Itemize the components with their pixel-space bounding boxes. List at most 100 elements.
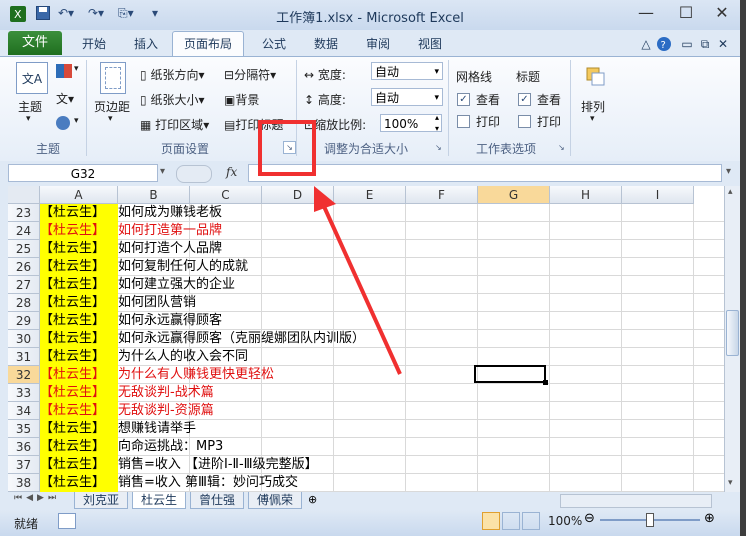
- active-cell[interactable]: [474, 365, 546, 383]
- themes-button[interactable]: 主题: [18, 98, 42, 115]
- sheet-tab-1[interactable]: 刘克亚: [74, 492, 128, 509]
- cell-a[interactable]: 【杜云生】: [40, 402, 118, 420]
- background-button[interactable]: ▣背景: [224, 91, 259, 108]
- cell-a[interactable]: 【杜云生】: [40, 474, 118, 492]
- theme-effects-icon[interactable]: [56, 116, 70, 130]
- column-header-c[interactable]: C: [190, 186, 262, 204]
- breaks-button[interactable]: ⊟分隔符▾: [224, 66, 276, 83]
- gridlines-view-checkbox[interactable]: ✓: [457, 93, 470, 106]
- cell-b[interactable]: 销售=收入 【进阶Ⅰ-Ⅱ-Ⅲ级完整版】: [118, 456, 318, 474]
- doc-minimize-icon[interactable]: ▭: [678, 34, 696, 54]
- row-header[interactable]: 32: [8, 366, 40, 384]
- cell-b[interactable]: 销售=收入 第Ⅲ辑：妙问巧成交: [118, 474, 298, 492]
- cell-a[interactable]: 【杜云生】: [40, 348, 118, 366]
- horizontal-scrollbar[interactable]: [560, 494, 712, 508]
- row-header[interactable]: 30: [8, 330, 40, 348]
- insert-function-icon[interactable]: fx: [226, 165, 237, 179]
- customize-icon[interactable]: ⎘▾: [118, 6, 134, 24]
- name-box-dropdown-icon[interactable]: ▾: [160, 166, 165, 177]
- tab-home[interactable]: 开始: [72, 34, 116, 54]
- cell-b[interactable]: 想赚钱请举手: [118, 420, 196, 438]
- row-header[interactable]: 29: [8, 312, 40, 330]
- scale-dialog-launcher-icon[interactable]: ↘: [435, 143, 442, 152]
- orientation-button[interactable]: ▯ 纸张方向▾: [140, 66, 204, 83]
- redo-icon[interactable]: ↷▾: [88, 6, 104, 24]
- margins-dropdown-icon[interactable]: ▾: [108, 114, 113, 124]
- tab-insert[interactable]: 插入: [124, 34, 168, 54]
- scale-spinner[interactable]: 100% ▴ ▾: [380, 112, 442, 134]
- spin-arrows-icon[interactable]: ▴ ▾: [435, 112, 439, 134]
- row-header[interactable]: 27: [8, 276, 40, 294]
- column-header-d[interactable]: D: [262, 186, 334, 204]
- insert-sheet-icon[interactable]: ⊕: [308, 493, 317, 506]
- headings-print-checkbox[interactable]: [518, 115, 531, 128]
- cell-b[interactable]: 向命运挑战：MP3: [118, 438, 223, 456]
- themes-icon[interactable]: 文A: [16, 62, 48, 94]
- close-button[interactable]: ✕: [702, 2, 740, 24]
- theme-colors-icon[interactable]: [56, 64, 72, 78]
- undo-icon[interactable]: ↶▾: [58, 6, 74, 24]
- column-header-f[interactable]: F: [406, 186, 478, 204]
- row-header[interactable]: 31: [8, 348, 40, 366]
- headings-view-checkbox[interactable]: ✓: [518, 93, 531, 106]
- cell-b[interactable]: 如何成为赚钱老板: [118, 204, 222, 222]
- row-header[interactable]: 37: [8, 456, 40, 474]
- size-button[interactable]: ▯ 纸张大小▾: [140, 91, 204, 108]
- cell-b[interactable]: 如何永远赢得顾客: [118, 312, 222, 330]
- margins-icon[interactable]: [100, 62, 126, 94]
- sheet-options-dialog-launcher-icon[interactable]: ↘: [558, 143, 565, 152]
- formula-input[interactable]: [248, 164, 722, 182]
- formula-buttons-icon[interactable]: [176, 165, 212, 183]
- sheet-nav-arrows-icon[interactable]: ⏮◀▶⏭: [14, 493, 60, 503]
- cell-a[interactable]: 【杜云生】: [40, 456, 118, 474]
- page-break-view-icon[interactable]: [522, 512, 540, 530]
- tab-data[interactable]: 数据: [304, 34, 348, 54]
- cell-a[interactable]: 【杜云生】: [40, 438, 118, 456]
- scroll-up-icon[interactable]: ▴: [728, 187, 733, 197]
- cell-b[interactable]: 如何打造第一品牌: [118, 222, 222, 240]
- cell-b[interactable]: 无敌谈判-资源篇: [118, 402, 214, 420]
- height-select[interactable]: 自动 ▾: [371, 88, 443, 106]
- arrange-icon[interactable]: [583, 64, 607, 92]
- cell-b[interactable]: 如何复制任何人的成就: [118, 258, 248, 276]
- cell-a[interactable]: 【杜云生】: [40, 294, 118, 312]
- tab-file[interactable]: 文件: [8, 31, 62, 55]
- macro-record-icon[interactable]: [58, 513, 76, 529]
- cell-a[interactable]: 【杜云生】: [40, 420, 118, 438]
- scroll-down-icon[interactable]: ▾: [728, 478, 733, 488]
- doc-restore-icon[interactable]: ⧉: [696, 34, 714, 54]
- gridlines-print-checkbox[interactable]: [457, 115, 470, 128]
- cell-a[interactable]: 【杜云生】: [40, 330, 118, 348]
- cell-a[interactable]: 【杜云生】: [40, 204, 118, 222]
- cell-a[interactable]: 【杜云生】: [40, 222, 118, 240]
- column-header-g[interactable]: G: [478, 186, 550, 204]
- tab-page-layout[interactable]: 页面布局: [172, 31, 244, 57]
- zoom-out-icon[interactable]: ⊖: [584, 511, 595, 526]
- cell-a[interactable]: 【杜云生】: [40, 384, 118, 402]
- scrollbar-thumb[interactable]: [726, 310, 739, 356]
- arrange-dropdown-icon[interactable]: ▾: [590, 114, 595, 124]
- row-header[interactable]: 38: [8, 474, 40, 492]
- row-header[interactable]: 33: [8, 384, 40, 402]
- row-header[interactable]: 25: [8, 240, 40, 258]
- arrange-button[interactable]: 排列: [581, 98, 605, 115]
- cell-b[interactable]: 如何打造个人品牌: [118, 240, 222, 258]
- expand-formula-bar-icon[interactable]: ▾: [726, 166, 731, 177]
- cell-a[interactable]: 【杜云生】: [40, 366, 118, 384]
- tab-review[interactable]: 审阅: [356, 34, 400, 54]
- zoom-in-icon[interactable]: ⊕: [704, 511, 715, 526]
- column-header-a[interactable]: A: [40, 186, 118, 204]
- sheet-tab-3[interactable]: 曾仕强: [190, 492, 244, 509]
- quick-access-menu-icon[interactable]: ▾: [152, 6, 158, 24]
- row-header[interactable]: 23: [8, 204, 40, 222]
- zoom-level[interactable]: 100%: [548, 514, 582, 528]
- column-header-h[interactable]: H: [550, 186, 622, 204]
- sheet-tab-4[interactable]: 傅佩荣: [248, 492, 302, 509]
- cell-a[interactable]: 【杜云生】: [40, 258, 118, 276]
- print-area-button[interactable]: ▦ 打印区域▾: [140, 116, 209, 133]
- row-header[interactable]: 34: [8, 402, 40, 420]
- theme-effects-dropdown-icon[interactable]: ▾: [74, 116, 79, 126]
- cell-b[interactable]: 无敌谈判-战术篇: [118, 384, 214, 402]
- normal-view-icon[interactable]: [482, 512, 500, 530]
- width-select[interactable]: 自动 ▾: [371, 62, 443, 80]
